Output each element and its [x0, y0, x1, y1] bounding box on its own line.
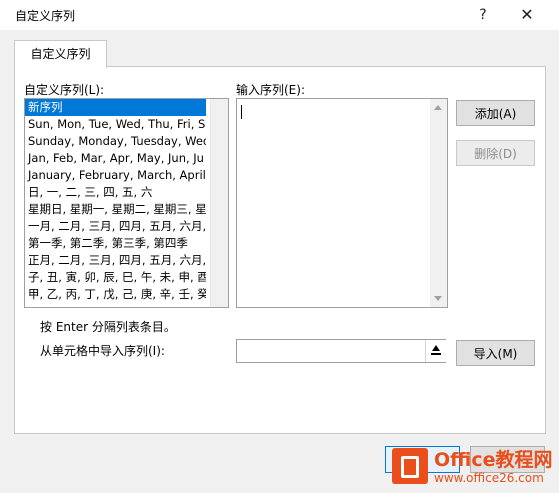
scroll-down-arrow-icon[interactable]	[434, 296, 442, 301]
custom-lists-label: 自定义序列(L):	[24, 83, 105, 97]
hint-text: 按 Enter 分隔列表条目。	[40, 320, 176, 334]
watermark-url: www.office26.com	[434, 471, 544, 485]
collapse-dialog-button[interactable]	[425, 340, 446, 362]
watermark-title: Office教程网	[434, 449, 553, 471]
list-item[interactable]: 一月, 二月, 三月, 四月, 五月, 六月,	[25, 218, 206, 235]
list-item[interactable]: 新序列	[25, 99, 206, 116]
list-item[interactable]: 第一季, 第二季, 第三季, 第四季	[25, 235, 206, 252]
arrow-up-icon	[432, 345, 440, 351]
list-item[interactable]: Sunday, Monday, Tuesday, Wed	[25, 133, 206, 150]
list-items: 新序列 Sun, Mon, Tue, Wed, Thu, Fri, S Sunday…	[25, 99, 228, 303]
list-entries-label: 输入序列(E):	[236, 83, 305, 97]
title-bar: 自定义序列 ? ✕	[0, 0, 559, 30]
list-item[interactable]: 甲, 乙, 丙, 丁, 戊, 己, 庚, 辛, 壬, 癸	[25, 286, 206, 303]
entries-scrollbar[interactable]	[430, 99, 447, 307]
list-entries-textarea[interactable]	[236, 98, 448, 308]
list-item[interactable]: 正月, 二月, 三月, 四月, 五月, 六月,	[25, 252, 206, 269]
custom-lists-listbox[interactable]: 新序列 Sun, Mon, Tue, Wed, Thu, Fri, S Sunday…	[24, 98, 229, 308]
list-item[interactable]: 子, 丑, 寅, 卯, 辰, 巳, 午, 未, 申, 酉	[25, 269, 206, 286]
import-button[interactable]: 导入(M)	[456, 340, 535, 366]
list-item[interactable]: 日, 一, 二, 三, 四, 五, 六	[25, 184, 206, 201]
window-title: 自定义序列	[15, 9, 76, 23]
add-button[interactable]: 添加(A)	[456, 100, 535, 126]
import-range-field[interactable]	[236, 339, 446, 363]
list-scrollbar[interactable]	[210, 99, 228, 307]
watermark: Office教程网 www.office26.com	[392, 444, 557, 490]
list-item[interactable]: Jan, Feb, Mar, Apr, May, Jun, Ju	[25, 150, 206, 167]
text-caret	[241, 105, 242, 119]
office-logo-icon	[392, 448, 428, 484]
close-button[interactable]: ✕	[514, 3, 540, 27]
help-button[interactable]: ?	[470, 3, 496, 27]
list-item[interactable]: Sun, Mon, Tue, Wed, Thu, Fri, S	[25, 116, 206, 133]
list-item[interactable]: 星期日, 星期一, 星期二, 星期三, 星	[25, 201, 206, 218]
import-label: 从单元格中导入序列(I):	[40, 344, 165, 358]
underline-bar-icon	[431, 353, 441, 355]
tab-custom-lists[interactable]: 自定义序列	[14, 40, 107, 68]
scroll-up-arrow-icon[interactable]	[434, 105, 442, 110]
list-item[interactable]: January, February, March, April,	[25, 167, 206, 184]
delete-button[interactable]: 删除(D)	[456, 140, 535, 166]
